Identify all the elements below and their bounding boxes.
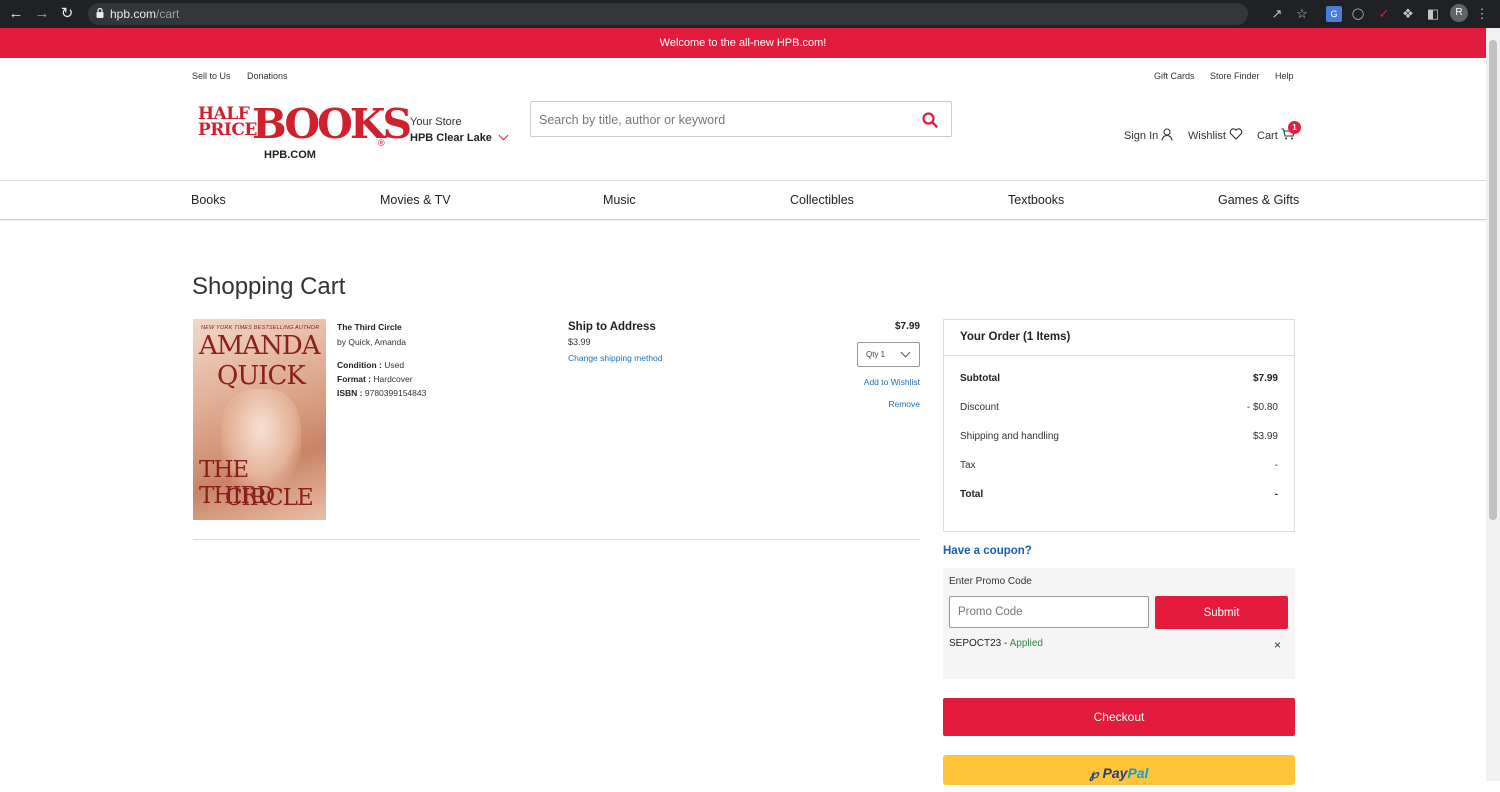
user-icon xyxy=(1161,128,1173,141)
order-summary: Your Order (1 Items) Subtotal $7.99 Disco… xyxy=(943,319,1295,532)
applied-coupon: SEPOCT23 - Applied xyxy=(949,638,1043,649)
url-text: hpb.com/cart xyxy=(110,7,180,21)
item-isbn: ISBN : 9780399154843 xyxy=(337,388,427,398)
reload-icon[interactable]: ↻ xyxy=(57,4,77,24)
help-link[interactable]: Help xyxy=(1275,71,1294,81)
cart-count-badge: 1 xyxy=(1288,121,1301,134)
cover-title-line2: CIRCLE xyxy=(225,485,314,511)
remove-item-link[interactable]: Remove xyxy=(820,399,920,409)
promo-code-input[interactable] xyxy=(949,596,1149,628)
nav-music[interactable]: Music xyxy=(603,193,636,207)
sell-to-us-link[interactable]: Sell to Us xyxy=(192,71,231,81)
discount-row: Discount - $0.80 xyxy=(960,402,1278,413)
heart-icon xyxy=(1229,128,1243,140)
back-icon[interactable]: ← xyxy=(6,4,26,24)
ship-heading: Ship to Address xyxy=(568,321,656,333)
total-row: Total - xyxy=(960,489,1278,500)
promo-banner[interactable]: Welcome to the all-new HPB.com! xyxy=(0,28,1486,58)
store-label: Your Store xyxy=(410,116,462,128)
sign-in-link[interactable]: Sign In xyxy=(1124,128,1173,142)
checkout-button[interactable]: Checkout xyxy=(943,698,1295,736)
extension-flag-icon[interactable]: ✓ xyxy=(1376,6,1392,22)
promo-code-panel: Enter Promo Code Submit SEPOCT23 - Appli… xyxy=(943,568,1295,679)
profile-avatar[interactable]: R xyxy=(1450,4,1468,22)
translate-extension-icon[interactable]: G xyxy=(1326,6,1342,22)
page-scrollbar[interactable] xyxy=(1486,28,1500,781)
cover-author-last: QUICK xyxy=(217,361,306,391)
quantity-select[interactable]: Qty 1 xyxy=(857,342,920,367)
shipping-row: Shipping and handling $3.99 xyxy=(960,431,1278,442)
quantity-value: Qty 1 xyxy=(866,350,886,359)
book-cover-image[interactable]: NEW YORK TIMES BESTSELLING AUTHOR AMANDA… xyxy=(193,319,326,520)
store-selector[interactable]: Your Store HPB Clear Lake xyxy=(410,116,509,144)
promo-code-label: Enter Promo Code xyxy=(949,576,1032,587)
tax-row: Tax - xyxy=(960,460,1278,471)
extension-w-icon[interactable]: ◯ xyxy=(1350,6,1366,22)
submit-promo-button[interactable]: Submit xyxy=(1155,596,1288,629)
gift-cards-link[interactable]: Gift Cards xyxy=(1154,71,1195,81)
add-to-wishlist-link[interactable]: Add to Wishlist xyxy=(820,377,920,387)
summary-heading: Your Order (1 Items) xyxy=(944,320,1294,356)
extensions-puzzle-icon[interactable]: ❖ xyxy=(1400,6,1416,22)
nav-games-gifts[interactable]: Games & Gifts xyxy=(1218,193,1299,207)
item-format: Format : Hardcover xyxy=(337,374,413,384)
share-icon[interactable]: ↗ xyxy=(1269,6,1285,22)
browser-toolbar: ← → ↻ hpb.com/cart ↗ ☆ G ◯ ✓ ❖ ◧ R ⋮ xyxy=(0,0,1500,28)
search-input[interactable] xyxy=(539,110,909,130)
change-shipping-link[interactable]: Change shipping method xyxy=(568,353,663,363)
nav-movies-tv[interactable]: Movies & TV xyxy=(380,193,451,207)
item-price: $7.99 xyxy=(894,321,920,332)
have-coupon-link[interactable]: Have a coupon? xyxy=(943,545,1032,557)
search-icon[interactable] xyxy=(921,111,939,129)
search-box xyxy=(530,101,952,137)
logo-half-price: HALF PRICE xyxy=(198,104,257,140)
chevron-down-icon xyxy=(498,130,509,141)
logo-books: BOOKS xyxy=(252,100,412,148)
donations-link[interactable]: Donations xyxy=(247,71,288,81)
lock-icon xyxy=(96,8,104,18)
nav-collectibles[interactable]: Collectibles xyxy=(790,193,854,207)
store-name: HPB Clear Lake xyxy=(410,130,509,144)
divider xyxy=(193,539,920,540)
nav-textbooks[interactable]: Textbooks xyxy=(1008,193,1064,207)
registered-mark-icon: ® xyxy=(378,138,385,148)
cart-label: Cart xyxy=(1257,130,1278,142)
sign-in-label: Sign In xyxy=(1124,130,1159,142)
subtotal-row: Subtotal $7.99 xyxy=(960,373,1278,384)
scrollbar-thumb[interactable] xyxy=(1489,40,1497,520)
forward-icon[interactable]: → xyxy=(32,4,52,24)
item-condition: Condition : Used xyxy=(337,360,405,370)
ship-cost: $3.99 xyxy=(568,337,591,347)
paypal-logo: ℘ PayPal xyxy=(1089,765,1149,781)
kebab-menu-icon[interactable]: ⋮ xyxy=(1474,6,1490,22)
bookmark-star-icon[interactable]: ☆ xyxy=(1294,6,1310,22)
applied-status: Applied xyxy=(1009,638,1043,649)
store-finder-link[interactable]: Store Finder xyxy=(1210,71,1260,81)
remove-coupon-icon[interactable]: × xyxy=(1274,638,1281,652)
item-author: by Quick, Amanda xyxy=(337,337,406,347)
chevron-down-icon xyxy=(900,347,911,358)
cover-author-first: AMANDA xyxy=(199,331,321,361)
nav-books[interactable]: Books xyxy=(191,193,226,207)
hpb-logo[interactable]: HALF PRICE BOOKS ® HPB.COM xyxy=(196,102,412,164)
item-details: The Third Circle by Quick, Amanda Condit… xyxy=(337,322,426,398)
shipping-info: Ship to Address $3.99 Change shipping me… xyxy=(568,321,663,363)
main-nav: Books Movies & TV Music Collectibles Tex… xyxy=(0,180,1486,220)
address-bar[interactable]: hpb.com/cart xyxy=(88,3,1248,25)
page-title: Shopping Cart xyxy=(192,273,346,300)
wishlist-label: Wishlist xyxy=(1188,130,1226,142)
side-panel-icon[interactable]: ◧ xyxy=(1425,6,1441,22)
item-title-link[interactable]: The Third Circle xyxy=(337,322,402,332)
wishlist-link[interactable]: Wishlist xyxy=(1188,128,1243,142)
logo-domain: HPB.COM xyxy=(264,149,316,161)
